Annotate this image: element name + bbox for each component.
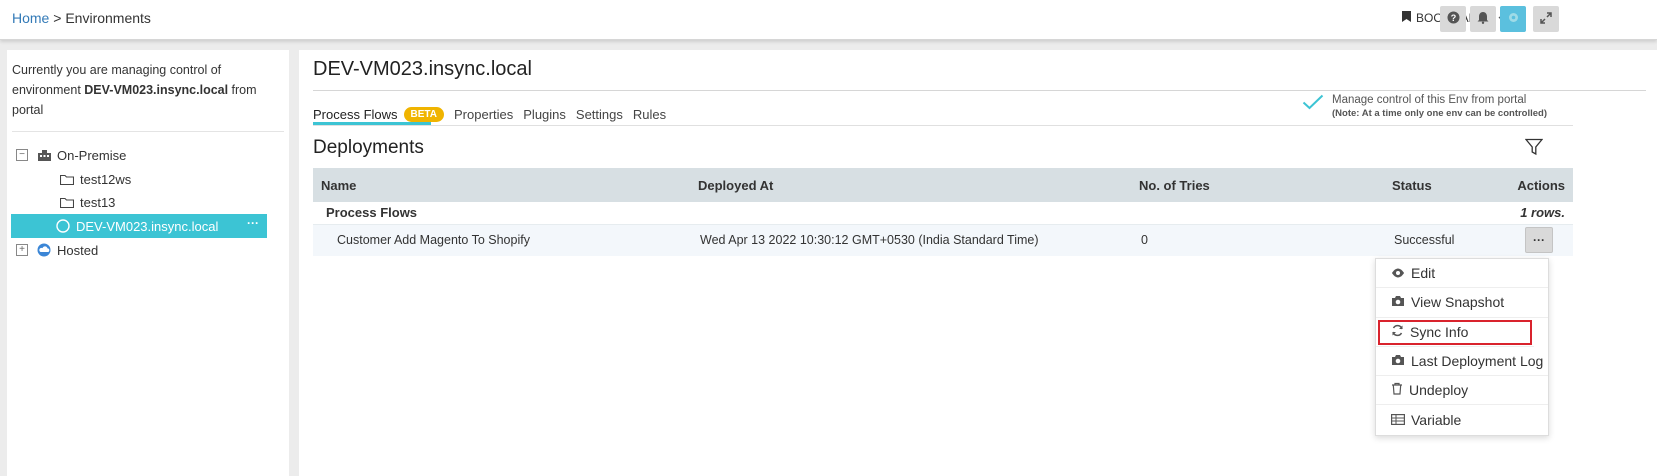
tab-properties[interactable]: Properties [454,107,513,122]
camera-icon [1391,353,1405,369]
cloud-icon [36,242,52,258]
table-row[interactable]: Customer Add Magento To Shopify Wed Apr … [313,224,1573,256]
managing-env-name: DEV-VM023.insync.local [84,83,229,97]
building-icon [36,147,52,163]
env-circle-icon [55,218,71,234]
tab-settings[interactable]: Settings [576,107,623,122]
menu-item-variable[interactable]: Variable [1376,405,1548,434]
menu-item-edit[interactable]: Edit [1376,259,1548,289]
deployments-table: Name Deployed At No. of Tries Status Act… [313,168,1573,256]
notifications-button[interactable] [1470,6,1496,32]
group-row: Process Flows 1 rows. [313,202,1573,225]
breadcrumb-current: Environments [65,10,151,26]
tree-node-folder[interactable]: test13 [59,190,115,214]
cell-actions: ··· [1502,224,1573,256]
expand-tree-icon[interactable]: + [16,244,28,256]
more-options-icon[interactable]: ··· [247,216,259,230]
menu-item-sync-info[interactable]: Sync Info [1376,318,1534,347]
tree-label-folder: test13 [80,194,116,210]
column-header-actions: Actions [1502,168,1573,202]
divider [313,90,1646,91]
folder-icon [59,194,75,210]
tab-plugins[interactable]: Plugins [523,107,566,122]
question-circle-icon: ? [1447,11,1460,27]
table-header-row: Name Deployed At No. of Tries Status Act… [313,168,1573,202]
top-bar: Home > Environments BOOKMARKS ? [0,0,1657,40]
tab-bar: Process Flows BETA Properties Plugins Se… [313,94,666,134]
tree-node-on-premise[interactable]: − On-Premise [16,143,126,167]
tree-label-selected-env: DEV-VM023.insync.local [76,218,219,234]
page-title: DEV-VM023.insync.local [313,58,532,80]
actions-dropdown-menu: Edit View Snapshot Sync Info Last Deploy… [1375,258,1549,436]
manage-control-note: (Note: At a time only one env can be con… [1332,108,1548,119]
tab-process-flows-label: Process Flows [313,106,398,122]
sync-icon [1391,324,1404,340]
trash-icon [1391,382,1403,398]
checkmark-icon [1302,94,1324,113]
tree-node-folder[interactable]: test12ws [59,167,131,191]
beta-badge: BETA [403,106,445,122]
tab-rules[interactable]: Rules [633,107,666,122]
menu-item-view-snapshot[interactable]: View Snapshot [1376,288,1548,318]
bell-icon [1477,11,1489,27]
manage-control-toggle[interactable]: Manage control of this Env from portal (… [1302,94,1547,119]
tree-label-on-premise: On-Premise [57,147,127,163]
filter-icon[interactable] [1524,138,1544,159]
tree-label-folder: test12ws [80,171,132,187]
expand-button[interactable] [1533,6,1559,32]
managing-control-text: Currently you are managing control of en… [12,60,280,120]
collapse-icon[interactable]: − [16,149,28,161]
settings-button[interactable] [1500,6,1526,32]
menu-label-last-deployment-log: Last Deployment Log [1411,353,1544,370]
menu-label-view-snapshot: View Snapshot [1411,294,1505,311]
breadcrumb-home-link[interactable]: Home [12,10,49,26]
cell-deployed-at: Wed Apr 13 2022 10:30:12 GMT+0530 (India… [690,224,1131,256]
divider [313,125,1573,126]
table-icon [1391,412,1406,428]
svg-text:?: ? [1450,13,1456,23]
group-label: Process Flows [313,202,1502,225]
section-title: Deployments [313,137,424,158]
menu-item-undeploy[interactable]: Undeploy [1376,376,1548,406]
ellipsis-icon: ··· [1533,233,1545,248]
row-actions-button[interactable]: ··· [1525,227,1553,254]
menu-item-last-deployment-log[interactable]: Last Deployment Log [1376,347,1548,377]
column-header-name[interactable]: Name [313,168,690,202]
manage-control-label: Manage control of this Env from portal [1332,94,1527,106]
help-button[interactable]: ? [1440,6,1466,32]
tree-label-hosted: Hosted [57,242,99,258]
cell-tries: 0 [1131,224,1384,256]
eye-icon [1391,265,1405,281]
cell-status: Successful [1384,224,1502,256]
breadcrumb-separator: > [53,10,62,26]
tab-process-flows[interactable]: Process Flows BETA [313,106,445,122]
bookmark-icon [1402,11,1411,25]
camera-icon [1391,294,1405,310]
row-count: 1 rows. [1502,202,1573,225]
tree-node-hosted[interactable]: + Hosted [16,238,98,262]
environment-tree-panel: Currently you are managing control of en… [7,50,289,476]
divider [12,131,284,132]
column-header-tries[interactable]: No. of Tries [1131,168,1384,202]
tree-node-selected-env[interactable]: DEV-VM023.insync.local ··· [11,214,267,238]
menu-label-undeploy: Undeploy [1409,382,1469,399]
column-header-deployed-at[interactable]: Deployed At [690,168,1131,202]
menu-label-sync-info: Sync Info [1410,323,1469,340]
gear-icon [1507,11,1520,27]
breadcrumb: Home > Environments [12,10,151,26]
expand-icon [1540,11,1552,27]
menu-label-edit: Edit [1411,265,1436,282]
cell-name: Customer Add Magento To Shopify [313,224,690,256]
column-header-status[interactable]: Status [1384,168,1502,202]
menu-label-variable: Variable [1411,412,1462,429]
folder-icon [59,171,75,187]
